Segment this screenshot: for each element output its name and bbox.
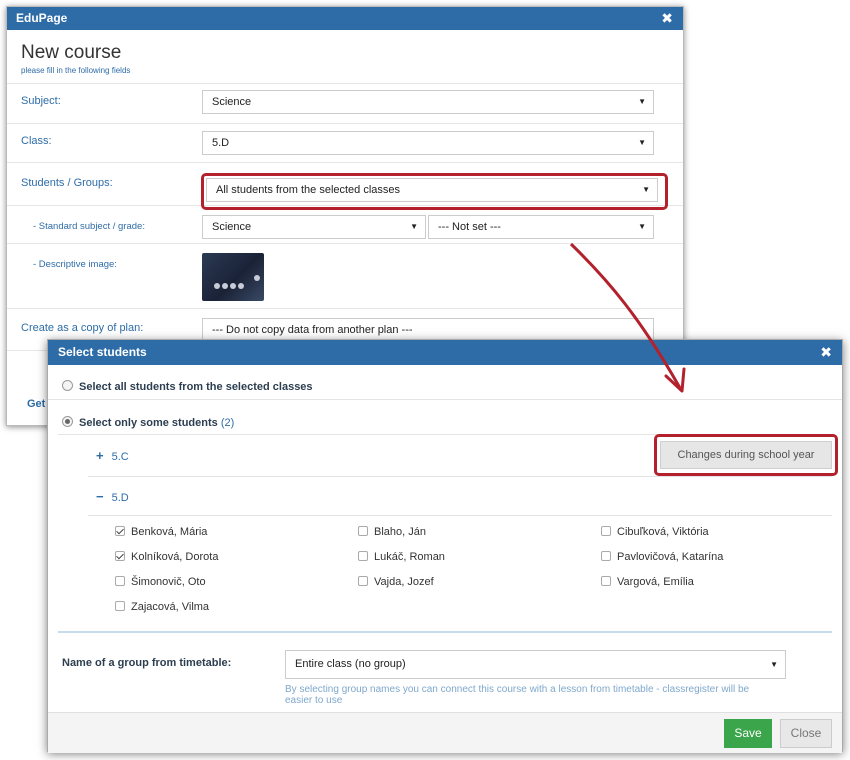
- checkbox-icon[interactable]: [601, 526, 611, 536]
- copy-plan-label: Create as a copy of plan:: [21, 322, 144, 334]
- class-name: 5.C: [111, 451, 129, 463]
- student-item[interactable]: Vajda, Jozef: [358, 576, 434, 588]
- divider: [7, 83, 683, 84]
- divider: [48, 399, 842, 400]
- grade-value: --- Not set ---: [438, 221, 501, 233]
- student-item[interactable]: Lukáč, Roman: [358, 551, 445, 563]
- page-title: New course: [21, 42, 122, 63]
- checkbox-icon[interactable]: [115, 601, 125, 611]
- student-name: Pavlovičová, Katarína: [617, 551, 724, 563]
- copy-plan-value: --- Do not copy data from another plan -…: [212, 324, 413, 336]
- radio-selected-icon[interactable]: [62, 416, 73, 427]
- student-name: Vargová, Emília: [617, 576, 694, 588]
- grade-select[interactable]: --- Not set --- ▼: [428, 215, 654, 239]
- divider: [7, 123, 683, 124]
- subject-label: Subject:: [21, 95, 61, 107]
- chevron-down-icon: ▼: [638, 138, 646, 147]
- dialog-titlebar: EduPage ✖: [7, 7, 683, 30]
- checkbox-icon[interactable]: [115, 576, 125, 586]
- student-name: Kolníková, Dorota: [131, 551, 219, 563]
- standard-subject-select[interactable]: Science ▼: [202, 215, 426, 239]
- class-select[interactable]: 5.D ▼: [202, 131, 654, 155]
- chevron-down-icon: ▼: [638, 97, 646, 106]
- app-title: EduPage: [16, 11, 68, 25]
- divider: [7, 308, 683, 309]
- changes-during-school-year-button[interactable]: Changes during school year: [660, 441, 832, 469]
- checkbox-icon[interactable]: [601, 551, 611, 561]
- student-item[interactable]: Pavlovičová, Katarína: [601, 551, 723, 563]
- class-label: Class:: [21, 135, 52, 147]
- descriptive-image[interactable]: [202, 253, 264, 301]
- checkbox-icon[interactable]: [358, 576, 368, 586]
- student-item[interactable]: Kolníková, Dorota: [115, 551, 218, 563]
- divider: [7, 243, 683, 244]
- class-name: 5.D: [111, 492, 129, 504]
- option-some-students[interactable]: Select only some students (2): [62, 416, 234, 429]
- select-students-dialog: Select students ✖ Select all students fr…: [47, 339, 843, 753]
- group-value: Entire class (no group): [295, 658, 406, 670]
- save-button[interactable]: Save: [724, 719, 772, 748]
- class-toggle-5d[interactable]: −5.D: [96, 489, 129, 504]
- radio-icon[interactable]: [62, 380, 73, 391]
- chevron-down-icon: ▼: [770, 660, 778, 669]
- student-item[interactable]: Vargová, Emília: [601, 576, 694, 588]
- student-item[interactable]: Šimonovič, Oto: [115, 576, 206, 588]
- highlight-students-groups: [201, 173, 668, 210]
- selected-count: (2): [220, 417, 235, 429]
- descriptive-image-label: - Descriptive image:: [33, 259, 117, 270]
- close-button[interactable]: Close: [780, 719, 832, 748]
- student-name: Zajacová, Vilma: [131, 601, 210, 613]
- subject-value: Science: [212, 96, 252, 108]
- option-all-students[interactable]: Select all students from the selected cl…: [62, 380, 313, 393]
- student-item[interactable]: Benková, Mária: [115, 526, 207, 538]
- checkbox-icon[interactable]: [601, 576, 611, 586]
- checkbox-icon[interactable]: [358, 551, 368, 561]
- checkbox-checked-icon[interactable]: [115, 526, 125, 536]
- divider: [88, 515, 832, 516]
- dialog-titlebar: Select students ✖: [48, 340, 842, 365]
- option-all-label: Select all students from the selected cl…: [79, 381, 313, 393]
- student-name: Lukáč, Roman: [374, 551, 445, 563]
- get-link[interactable]: Get: [27, 398, 45, 410]
- page-subtitle: please fill in the following fields: [21, 66, 131, 75]
- standard-subject-label: - Standard subject / grade:: [33, 221, 145, 232]
- student-item[interactable]: Blaho, Ján: [358, 526, 426, 538]
- close-icon[interactable]: ✖: [661, 7, 673, 30]
- student-name: Vajda, Jozef: [374, 576, 434, 588]
- standard-subject-value: Science: [212, 221, 252, 233]
- students-groups-label: Students / Groups:: [21, 177, 113, 189]
- group-help-text: By selecting group names you can connect…: [285, 684, 750, 706]
- divider: [58, 631, 832, 633]
- student-item[interactable]: Zajacová, Vilma: [115, 601, 209, 613]
- student-item[interactable]: Cibuľková, Viktória: [601, 526, 709, 538]
- plus-icon: +: [96, 448, 104, 463]
- group-select[interactable]: Entire class (no group) ▼: [285, 650, 786, 679]
- checkbox-icon[interactable]: [358, 526, 368, 536]
- minus-icon: −: [96, 489, 104, 504]
- student-name: Šimonovič, Oto: [131, 576, 206, 588]
- student-name: Benková, Mária: [131, 526, 208, 538]
- class-toggle-5c[interactable]: +5.C: [96, 448, 129, 463]
- divider: [7, 162, 683, 163]
- checkbox-checked-icon[interactable]: [115, 551, 125, 561]
- chevron-down-icon: ▼: [638, 222, 646, 231]
- divider: [88, 476, 832, 477]
- subject-select[interactable]: Science ▼: [202, 90, 654, 114]
- group-label: Name of a group from timetable:: [62, 657, 232, 669]
- option-some-label: Select only some students: [79, 417, 218, 429]
- close-icon[interactable]: ✖: [820, 340, 832, 365]
- class-value: 5.D: [212, 137, 230, 149]
- student-name: Cibuľková, Viktória: [617, 526, 709, 538]
- chevron-down-icon: ▼: [410, 222, 418, 231]
- student-name: Blaho, Ján: [374, 526, 426, 538]
- dialog-title: Select students: [58, 345, 147, 359]
- button-bar: Save Close: [48, 712, 842, 753]
